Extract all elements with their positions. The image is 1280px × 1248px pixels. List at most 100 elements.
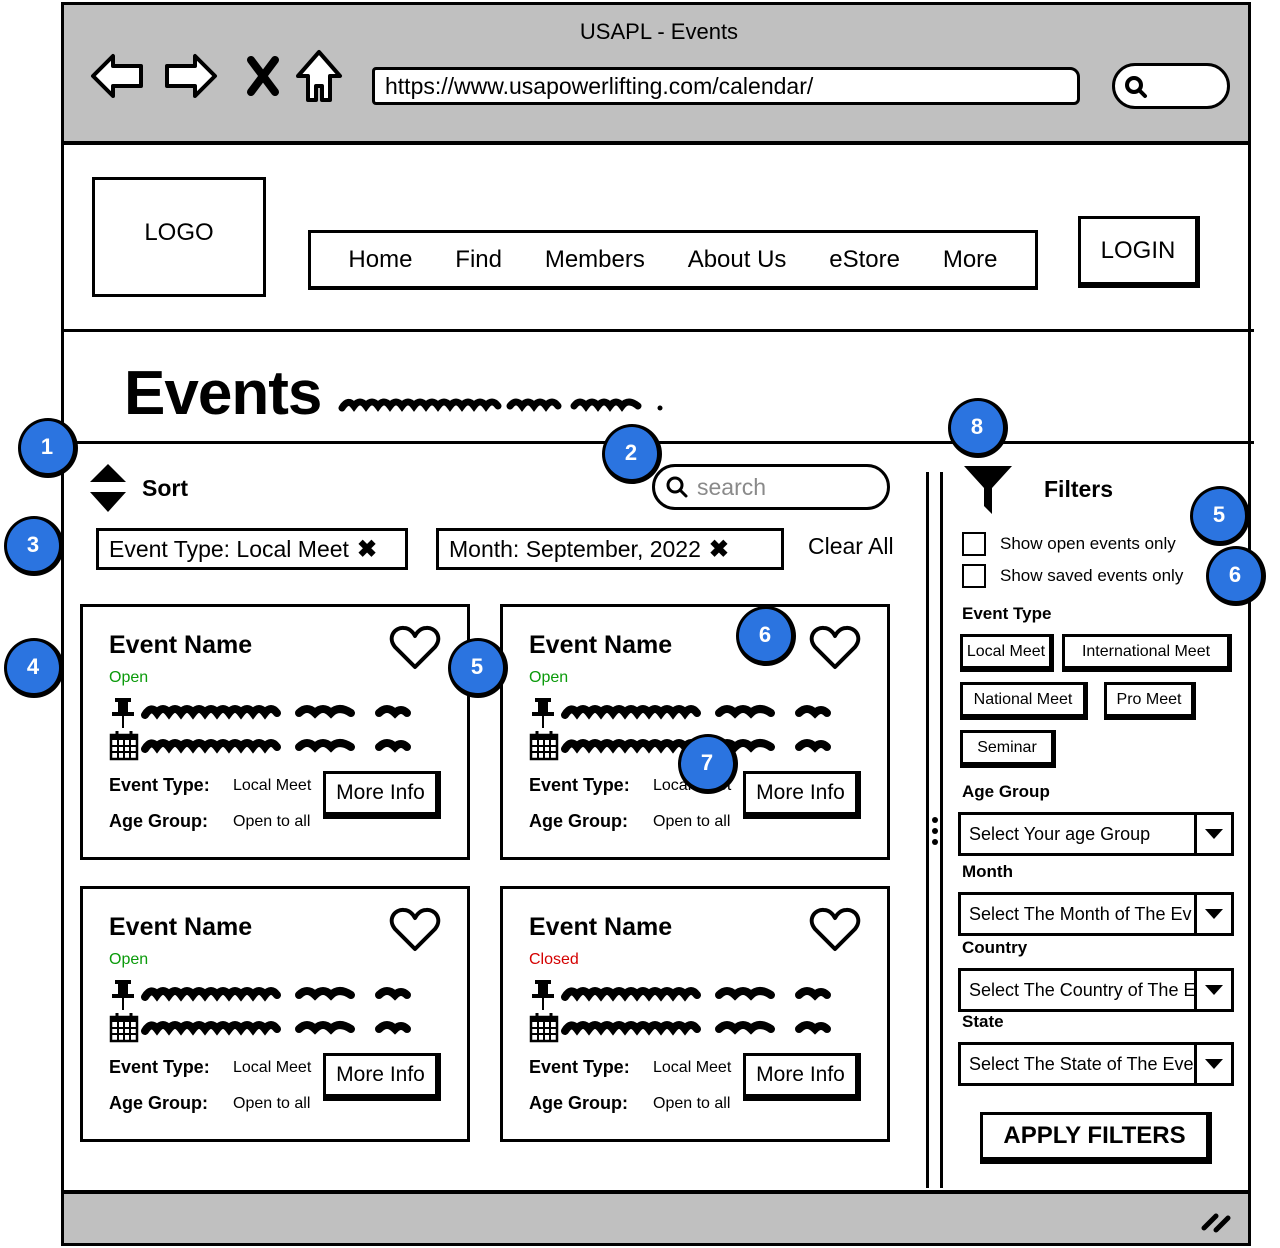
annotation-marker: 8	[948, 398, 1008, 458]
sort-arrows-icon	[90, 464, 126, 512]
url-bar[interactable]: https://www.usapowerlifting.com/calendar…	[372, 67, 1080, 105]
checkbox-saved-events[interactable]: Show saved events only	[962, 564, 1183, 588]
event-type-label: Event Type:	[529, 1057, 630, 1077]
event-name[interactable]: Event Name	[109, 631, 252, 660]
checkbox-open-events[interactable]: Show open events only	[962, 532, 1176, 556]
resize-grip-icon[interactable]	[1200, 1210, 1234, 1234]
annotation-marker: 7	[678, 734, 738, 794]
more-info-button[interactable]: More Info	[743, 771, 861, 819]
annotation-marker: 1	[18, 418, 78, 478]
browser-status-bar	[61, 1190, 1251, 1246]
nav-home[interactable]: Home	[348, 246, 412, 274]
event-type-label: Event Type	[962, 604, 1052, 623]
page-title: Events	[124, 358, 322, 429]
event-name[interactable]: Event Name	[109, 913, 252, 942]
apply-filters-button[interactable]: APPLY FILTERS	[980, 1112, 1212, 1164]
annotation-marker: 2	[602, 424, 662, 484]
chevron-down-icon	[1197, 1045, 1231, 1083]
event-type-value: Local Meet	[233, 1059, 312, 1076]
event-name[interactable]: Event Name	[529, 913, 672, 942]
age-group-label: Age Group:	[109, 1093, 208, 1113]
checkbox[interactable]	[962, 532, 986, 556]
event-type-label: Event Type:	[529, 775, 630, 795]
chevron-down-icon	[1197, 895, 1231, 933]
back-arrow-icon[interactable]	[88, 47, 146, 105]
calendar-icon	[109, 729, 141, 761]
resize-handle-icon[interactable]	[930, 814, 940, 848]
forward-arrow-icon[interactable]	[162, 47, 220, 105]
event-card: Event NameOpenEvent Type:Local MeetAge G…	[500, 604, 890, 860]
calendar-icon	[529, 1011, 561, 1043]
checkbox[interactable]	[962, 564, 986, 588]
checkbox-label: Show open events only	[1000, 534, 1176, 553]
location-scribble	[141, 983, 413, 1005]
age-group-value: Open to all	[233, 1095, 311, 1112]
more-info-button[interactable]: More Info	[323, 1053, 441, 1101]
age-group-label: Age Group	[962, 782, 1050, 801]
search-icon	[1125, 76, 1147, 98]
clear-all-button[interactable]: Clear All	[808, 533, 894, 560]
location-scribble	[141, 701, 413, 723]
select-value: Select The State of The Eve	[961, 1045, 1197, 1083]
browser-search-box[interactable]	[1112, 63, 1230, 109]
x-icon[interactable]: ✖	[709, 535, 729, 564]
sort-control[interactable]: Sort	[88, 462, 188, 514]
tag-local-meet[interactable]: Local Meet	[960, 634, 1054, 672]
more-info-button[interactable]: More Info	[743, 1053, 861, 1101]
select-value: Select Your age Group	[961, 815, 1197, 853]
annotation-marker: 6	[736, 606, 796, 666]
search-box[interactable]	[652, 464, 890, 510]
annotation-marker: 3	[4, 516, 64, 576]
page-title-text: Events	[124, 359, 322, 428]
nav-find[interactable]: Find	[455, 246, 502, 274]
annotation-marker: 4	[4, 638, 64, 698]
tag-pro-meet[interactable]: Pro Meet	[1104, 682, 1196, 720]
funnel-icon	[964, 466, 1012, 514]
event-name[interactable]: Event Name	[529, 631, 672, 660]
search-input[interactable]	[697, 473, 877, 501]
pushpin-icon	[529, 979, 561, 1011]
date-scribble	[141, 1017, 413, 1039]
main-nav: Home Find Members About Us eStore More	[308, 230, 1038, 290]
panel-divider	[940, 472, 943, 1188]
age-group-select[interactable]: Select Your age Group	[958, 812, 1234, 856]
login-button[interactable]: LOGIN	[1078, 216, 1200, 288]
date-scribble	[561, 1017, 833, 1039]
panel-divider	[926, 472, 929, 1188]
calendar-icon	[109, 1011, 141, 1043]
heart-icon[interactable]	[389, 907, 441, 953]
page-subtitle-scribble	[338, 398, 663, 412]
event-card: Event NameOpenEvent Type:Local MeetAge G…	[80, 604, 470, 860]
age-group-value: Open to all	[653, 813, 731, 830]
age-group-label: Age Group:	[109, 811, 208, 831]
x-icon[interactable]: ✖	[357, 535, 377, 564]
age-group-label: Age Group:	[529, 811, 628, 831]
header-divider	[64, 329, 1254, 332]
browser-chrome: USAPL - Events https://www.usapowerlifti…	[61, 2, 1251, 145]
nav-about-us[interactable]: About Us	[688, 246, 787, 274]
state-select[interactable]: Select The State of The Eve	[958, 1042, 1234, 1086]
month-label: Month	[962, 862, 1013, 881]
home-icon[interactable]	[290, 47, 348, 105]
tag-seminar[interactable]: Seminar	[960, 730, 1056, 768]
heart-icon[interactable]	[389, 625, 441, 671]
nav-more[interactable]: More	[943, 246, 998, 274]
tag-national-meet[interactable]: National Meet	[960, 682, 1088, 720]
search-icon	[666, 476, 688, 498]
filters-header: Filters	[962, 462, 1113, 516]
month-select[interactable]: Select The Month of The Ev	[958, 892, 1234, 936]
logo[interactable]: LOGO	[92, 177, 266, 297]
stop-icon[interactable]	[234, 47, 292, 105]
heart-icon[interactable]	[809, 625, 861, 671]
nav-estore[interactable]: eStore	[829, 246, 900, 274]
tag-international-meet[interactable]: International Meet	[1062, 634, 1232, 672]
chip-label: Month: September, 2022	[449, 535, 701, 562]
pushpin-icon	[109, 697, 141, 729]
more-info-button[interactable]: More Info	[323, 771, 441, 819]
date-scribble	[141, 735, 413, 757]
country-select[interactable]: Select The Country of The E	[958, 968, 1234, 1012]
nav-members[interactable]: Members	[545, 246, 645, 274]
heart-icon[interactable]	[809, 907, 861, 953]
annotation-marker: 5	[1190, 486, 1250, 546]
event-type-value: Local Meet	[653, 1059, 732, 1076]
